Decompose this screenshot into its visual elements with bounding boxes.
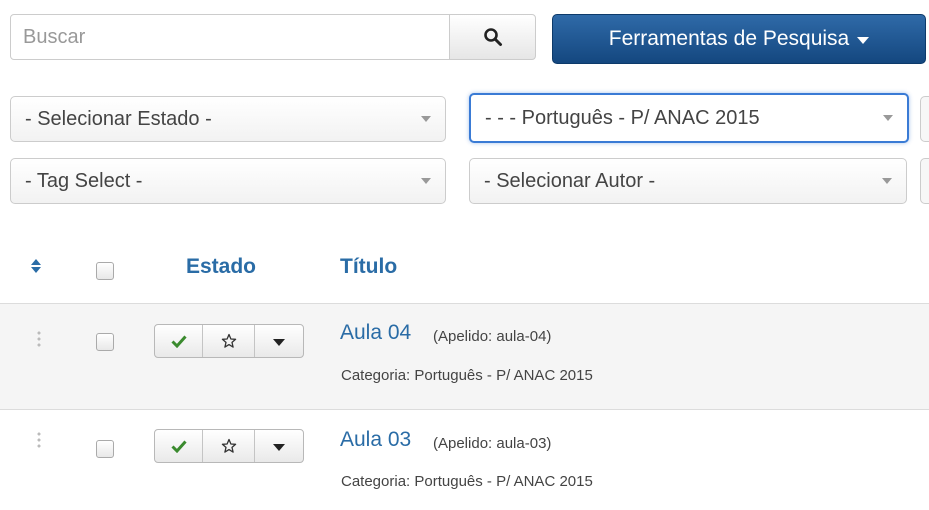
author-select[interactable]: - Selecionar Autor - — [469, 158, 907, 204]
row-checkbox[interactable] — [96, 333, 114, 351]
star-icon — [221, 438, 236, 453]
language-select[interactable]: - - - Português - P/ ANAC 2015 — [469, 93, 909, 143]
item-title-link[interactable]: Aula 03 — [340, 428, 411, 452]
item-category: Categoria: Português - P/ ANAC 2015 — [341, 367, 593, 384]
actions-dropdown[interactable] — [255, 430, 303, 462]
check-icon — [170, 335, 187, 348]
row-actions — [154, 429, 304, 463]
item-title-link[interactable]: Aula 04 — [340, 321, 411, 345]
caret-down-icon — [273, 443, 285, 451]
chevron-down-icon — [883, 115, 893, 121]
search-icon — [483, 28, 502, 46]
tag-select-value: - Tag Select - — [25, 169, 143, 192]
featured-toggle[interactable] — [203, 430, 255, 462]
tag-select[interactable]: - Tag Select - — [10, 158, 446, 204]
caret-down-icon — [273, 338, 285, 346]
select-all-checkbox[interactable] — [96, 262, 114, 280]
caret-down-icon — [857, 37, 870, 44]
partial-select[interactable] — [920, 96, 929, 142]
search-tools-button[interactable]: Ferramentas de Pesquisa — [552, 14, 926, 64]
chevron-down-icon — [882, 178, 892, 184]
state-select[interactable]: - Selecionar Estado - — [10, 96, 446, 142]
chevron-down-icon — [421, 116, 431, 122]
state-select-value: - Selecionar Estado - — [25, 107, 212, 130]
author-select-value: - Selecionar Autor - — [484, 169, 656, 192]
drag-handle-icon[interactable] — [37, 330, 41, 348]
table-row — [0, 303, 929, 409]
item-alias: (Apelido: aula-04) — [433, 328, 552, 345]
partial-select[interactable] — [920, 158, 929, 204]
publish-toggle[interactable] — [155, 325, 203, 357]
table-row — [0, 409, 929, 510]
column-header-title[interactable]: Título — [340, 255, 397, 279]
row-checkbox[interactable] — [96, 440, 114, 458]
check-icon — [170, 440, 187, 453]
search-input[interactable] — [10, 14, 450, 60]
actions-dropdown[interactable] — [255, 325, 303, 357]
row-actions — [154, 324, 304, 358]
drag-handle-icon[interactable] — [37, 431, 41, 449]
publish-toggle[interactable] — [155, 430, 203, 462]
column-header-status[interactable]: Estado — [186, 255, 256, 279]
search-button[interactable] — [449, 14, 536, 60]
star-icon — [221, 333, 236, 348]
chevron-down-icon — [421, 178, 431, 184]
search-tools-label: Ferramentas de Pesquisa — [608, 27, 850, 50]
language-select-value: - - - Português - P/ ANAC 2015 — [485, 106, 760, 129]
item-alias: (Apelido: aula-03) — [433, 435, 552, 452]
sort-icon[interactable] — [30, 256, 42, 276]
item-category: Categoria: Português - P/ ANAC 2015 — [341, 473, 593, 490]
featured-toggle[interactable] — [203, 325, 255, 357]
